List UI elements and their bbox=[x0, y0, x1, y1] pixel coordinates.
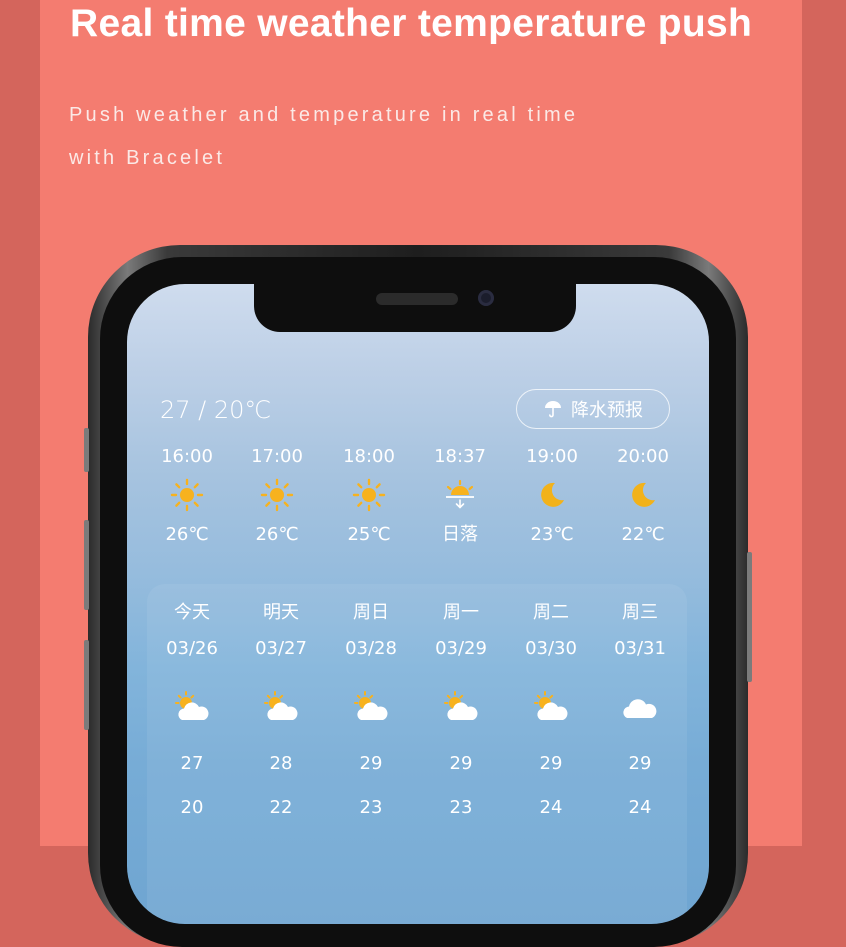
today-temperature-range: 27 / 20℃ bbox=[160, 396, 272, 424]
hourly-item: 17:00 26℃ bbox=[232, 444, 322, 548]
hourly-temperature: 23℃ bbox=[530, 524, 574, 545]
hourly-time: 17:00 bbox=[251, 446, 303, 467]
precipitation-forecast-button[interactable]: 降水预报 bbox=[516, 389, 670, 429]
day-low-temperature: 22 bbox=[269, 797, 293, 818]
volume-up-button bbox=[84, 520, 89, 610]
daily-forecast-card: 今天 03/26 27 20 明天 03/27 28 22 周日 03/28 2… bbox=[147, 584, 687, 924]
day-low-temperature: 24 bbox=[628, 797, 652, 818]
day-date: 03/28 bbox=[345, 638, 397, 659]
weather-app-screen: 27 / 20℃ 降水预报 16:00 26℃ 17:00 26℃ 18:00 … bbox=[127, 284, 709, 924]
hourly-temperature: 22℃ bbox=[621, 524, 665, 545]
hourly-item: 16:00 26℃ bbox=[142, 444, 232, 548]
hourly-item: 18:37 日落 bbox=[415, 444, 505, 548]
hourly-temperature: 26℃ bbox=[165, 524, 209, 545]
day-name: 周二 bbox=[533, 602, 569, 623]
power-button bbox=[747, 552, 752, 682]
hourly-item: 19:00 23℃ bbox=[507, 444, 597, 548]
volume-down-button bbox=[84, 640, 89, 730]
hourly-temperature: 25℃ bbox=[347, 524, 391, 545]
moon-icon bbox=[541, 482, 564, 507]
hourly-time: 18:00 bbox=[343, 446, 395, 467]
day-name: 周一 bbox=[443, 602, 479, 623]
promo-title: Real time weather temperature push bbox=[70, 2, 753, 45]
partly-cloudy-icon bbox=[444, 691, 478, 720]
day-low-temperature: 23 bbox=[449, 797, 473, 818]
day-date: 03/31 bbox=[614, 638, 666, 659]
daily-item: 周日 03/28 29 23 bbox=[326, 598, 416, 822]
daily-item: 周一 03/29 29 23 bbox=[416, 598, 506, 822]
day-name: 今天 bbox=[174, 602, 210, 623]
day-date: 03/29 bbox=[435, 638, 487, 659]
hourly-item: 18:00 25℃ bbox=[324, 444, 414, 548]
front-camera bbox=[478, 290, 494, 306]
hourly-time: 18:37 bbox=[434, 446, 486, 467]
promo-subtitle-line2: with Bracelet bbox=[69, 147, 226, 169]
promo-subtitle-line1: Push weather and temperature in real tim… bbox=[69, 104, 579, 126]
partly-cloudy-icon bbox=[264, 691, 298, 720]
partly-cloudy-icon bbox=[354, 691, 388, 720]
phone-notch bbox=[254, 284, 576, 332]
day-high-temperature: 28 bbox=[269, 753, 293, 774]
partly-cloudy-icon bbox=[175, 691, 209, 720]
hourly-time: 16:00 bbox=[161, 446, 213, 467]
day-low-temperature: 23 bbox=[359, 797, 383, 818]
sun-icon bbox=[352, 478, 386, 512]
day-high-temperature: 27 bbox=[180, 753, 204, 774]
earpiece-speaker bbox=[376, 293, 458, 305]
hourly-temperature: 26℃ bbox=[255, 524, 299, 545]
day-name: 周日 bbox=[353, 602, 389, 623]
daily-item: 周三 03/31 29 24 bbox=[595, 598, 685, 822]
daily-item: 今天 03/26 27 20 bbox=[147, 598, 237, 822]
hourly-time: 19:00 bbox=[526, 446, 578, 467]
day-high-temperature: 29 bbox=[628, 753, 652, 774]
day-date: 03/27 bbox=[255, 638, 307, 659]
day-high-temperature: 29 bbox=[449, 753, 473, 774]
day-date: 03/30 bbox=[525, 638, 577, 659]
sunset-label: 日落 bbox=[442, 524, 478, 545]
day-name: 明天 bbox=[263, 602, 299, 623]
sun-icon bbox=[170, 478, 204, 512]
moon-icon bbox=[632, 482, 655, 507]
day-name: 周三 bbox=[622, 602, 658, 623]
umbrella-icon bbox=[545, 401, 561, 418]
partly-cloudy-icon bbox=[534, 691, 568, 720]
day-high-temperature: 29 bbox=[359, 753, 383, 774]
day-high-temperature: 29 bbox=[539, 753, 563, 774]
cloud-icon bbox=[623, 699, 657, 718]
day-low-temperature: 24 bbox=[539, 797, 563, 818]
daily-item: 周二 03/30 29 24 bbox=[506, 598, 596, 822]
mute-switch bbox=[84, 428, 89, 472]
sunset-icon bbox=[446, 479, 474, 509]
day-low-temperature: 20 bbox=[180, 797, 204, 818]
sun-icon bbox=[260, 478, 294, 512]
hourly-item: 20:00 22℃ bbox=[598, 444, 688, 548]
precipitation-forecast-label: 降水预报 bbox=[571, 400, 643, 421]
hourly-time: 20:00 bbox=[617, 446, 669, 467]
daily-item: 明天 03/27 28 22 bbox=[236, 598, 326, 822]
day-date: 03/26 bbox=[166, 638, 218, 659]
